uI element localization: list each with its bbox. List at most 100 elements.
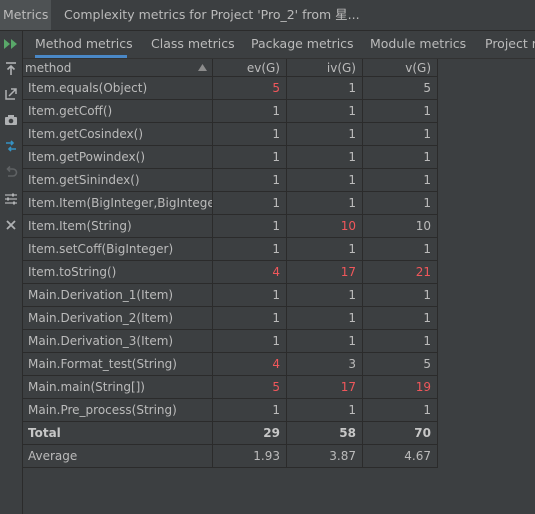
settings-sliders-icon[interactable] bbox=[2, 190, 20, 208]
column-header-v[interactable]: v(G) bbox=[363, 59, 438, 77]
table-row[interactable]: Main.Derivation_3(Item) 1 1 1 bbox=[23, 330, 438, 353]
table-row[interactable]: Main.Format_test(String) 4 3 5 bbox=[23, 353, 438, 376]
v-cell: 1 bbox=[363, 284, 438, 307]
iv-cell: 3.87 bbox=[287, 445, 363, 468]
method-cell: Main.Derivation_3(Item) bbox=[23, 330, 213, 353]
method-cell: Item.toString() bbox=[23, 261, 213, 284]
ev-cell: 1 bbox=[213, 192, 287, 215]
v-cell: 1 bbox=[363, 330, 438, 353]
export-icon[interactable] bbox=[2, 60, 20, 78]
ev-cell: 1 bbox=[213, 146, 287, 169]
empty-area bbox=[438, 77, 535, 514]
table-row[interactable]: Item.getSinindex() 1 1 1 bbox=[23, 169, 438, 192]
table-row[interactable]: Item.Item(BigInteger,BigInteger 1 1 1 bbox=[23, 192, 438, 215]
tab-project-metrics[interactable]: Project m bbox=[485, 31, 535, 58]
run-icon[interactable] bbox=[2, 35, 20, 53]
v-cell: 4.67 bbox=[363, 445, 438, 468]
method-cell: Main.Pre_process(String) bbox=[23, 399, 213, 422]
v-cell: 1 bbox=[363, 399, 438, 422]
ev-cell: 1 bbox=[213, 215, 287, 238]
iv-cell: 17 bbox=[287, 261, 363, 284]
method-cell: Item.setCoff(BigInteger) bbox=[23, 238, 213, 261]
v-cell: 1 bbox=[363, 123, 438, 146]
table-row[interactable]: Item.getCoff() 1 1 1 bbox=[23, 100, 438, 123]
iv-cell: 17 bbox=[287, 376, 363, 399]
ev-cell: 1 bbox=[213, 284, 287, 307]
column-header-ev[interactable]: ev(G) bbox=[213, 59, 287, 77]
ev-cell: 4 bbox=[213, 261, 287, 284]
table-row[interactable]: Main.Derivation_2(Item) 1 1 1 bbox=[23, 307, 438, 330]
method-cell: Item.getCosindex() bbox=[23, 123, 213, 146]
ev-cell: 29 bbox=[213, 422, 287, 445]
tab-module-metrics[interactable]: Module metrics bbox=[370, 31, 466, 58]
tool-window-titlebar: Metrics Complexity metrics for Project '… bbox=[0, 0, 535, 31]
table-row[interactable]: Item.getCosindex() 1 1 1 bbox=[23, 123, 438, 146]
metrics-result-tab[interactable]: Complexity metrics for Project 'Pro_2' f… bbox=[51, 0, 364, 30]
method-cell: Main.Derivation_2(Item) bbox=[23, 307, 213, 330]
v-cell: 1 bbox=[363, 100, 438, 123]
ev-cell: 1 bbox=[213, 330, 287, 353]
method-cell: Item.Item(String) bbox=[23, 215, 213, 238]
iv-cell: 3 bbox=[287, 353, 363, 376]
ev-cell: 5 bbox=[213, 77, 287, 100]
tab-class-metrics[interactable]: Class metrics bbox=[151, 31, 235, 58]
method-cell: Main.main(String[]) bbox=[23, 376, 213, 399]
undo-icon[interactable] bbox=[2, 163, 20, 181]
v-cell: 21 bbox=[363, 261, 438, 284]
v-cell: 1 bbox=[363, 146, 438, 169]
open-external-icon[interactable] bbox=[2, 85, 20, 103]
ev-cell: 1 bbox=[213, 169, 287, 192]
table-row[interactable]: Item.getPowindex() 1 1 1 bbox=[23, 146, 438, 169]
method-cell: Item.getPowindex() bbox=[23, 146, 213, 169]
close-icon[interactable] bbox=[2, 216, 20, 234]
table-header: method ev(G) iv(G) v(G) bbox=[23, 59, 438, 77]
iv-cell: 1 bbox=[287, 146, 363, 169]
v-cell: 1 bbox=[363, 192, 438, 215]
iv-cell: 1 bbox=[287, 284, 363, 307]
v-cell: 5 bbox=[363, 77, 438, 100]
iv-cell: 1 bbox=[287, 307, 363, 330]
method-cell: Item.getCoff() bbox=[23, 100, 213, 123]
metrics-tool-label[interactable]: Metrics bbox=[0, 0, 51, 30]
column-header-label: method bbox=[25, 61, 72, 75]
ev-cell: 1 bbox=[213, 307, 287, 330]
metrics-tabs: Method metrics Class metrics Package met… bbox=[23, 31, 535, 59]
iv-cell: 1 bbox=[287, 399, 363, 422]
method-cell: Main.Format_test(String) bbox=[23, 353, 213, 376]
iv-cell: 1 bbox=[287, 123, 363, 146]
table-row[interactable]: Item.toString() 4 17 21 bbox=[23, 261, 438, 284]
column-header-iv[interactable]: iv(G) bbox=[287, 59, 363, 77]
iv-cell: 1 bbox=[287, 169, 363, 192]
table-row[interactable]: Item.equals(Object) 5 1 5 bbox=[23, 77, 438, 100]
table-row[interactable]: Main.main(String[]) 5 17 19 bbox=[23, 376, 438, 399]
v-cell: 1 bbox=[363, 307, 438, 330]
iv-cell: 58 bbox=[287, 422, 363, 445]
total-row: Total 29 58 70 bbox=[23, 422, 438, 445]
sort-ascending-icon bbox=[198, 64, 207, 71]
iv-cell: 1 bbox=[287, 238, 363, 261]
camera-icon[interactable] bbox=[2, 111, 20, 129]
tab-package-metrics[interactable]: Package metrics bbox=[251, 31, 354, 58]
ev-cell: 1 bbox=[213, 399, 287, 422]
ev-cell: 5 bbox=[213, 376, 287, 399]
ev-cell: 1.93 bbox=[213, 445, 287, 468]
compare-icon[interactable] bbox=[2, 137, 20, 155]
iv-cell: 1 bbox=[287, 192, 363, 215]
table-row[interactable]: Main.Derivation_1(Item) 1 1 1 bbox=[23, 284, 438, 307]
method-cell: Main.Derivation_1(Item) bbox=[23, 284, 213, 307]
average-row: Average 1.93 3.87 4.67 bbox=[23, 445, 438, 468]
v-cell: 70 bbox=[363, 422, 438, 445]
table-row[interactable]: Item.setCoff(BigInteger) 1 1 1 bbox=[23, 238, 438, 261]
table-row[interactable]: Main.Pre_process(String) 1 1 1 bbox=[23, 399, 438, 422]
tab-method-metrics[interactable]: Method metrics bbox=[35, 31, 133, 58]
ev-cell: 1 bbox=[213, 123, 287, 146]
column-header-method[interactable]: method bbox=[23, 59, 213, 77]
v-cell: 10 bbox=[363, 215, 438, 238]
ev-cell: 4 bbox=[213, 353, 287, 376]
label-cell: Total bbox=[23, 422, 213, 445]
method-cell: Item.Item(BigInteger,BigInteger bbox=[23, 192, 213, 215]
table-row[interactable]: Item.Item(String) 1 10 10 bbox=[23, 215, 438, 238]
ev-cell: 1 bbox=[213, 100, 287, 123]
label-cell: Average bbox=[23, 445, 213, 468]
v-cell: 5 bbox=[363, 353, 438, 376]
